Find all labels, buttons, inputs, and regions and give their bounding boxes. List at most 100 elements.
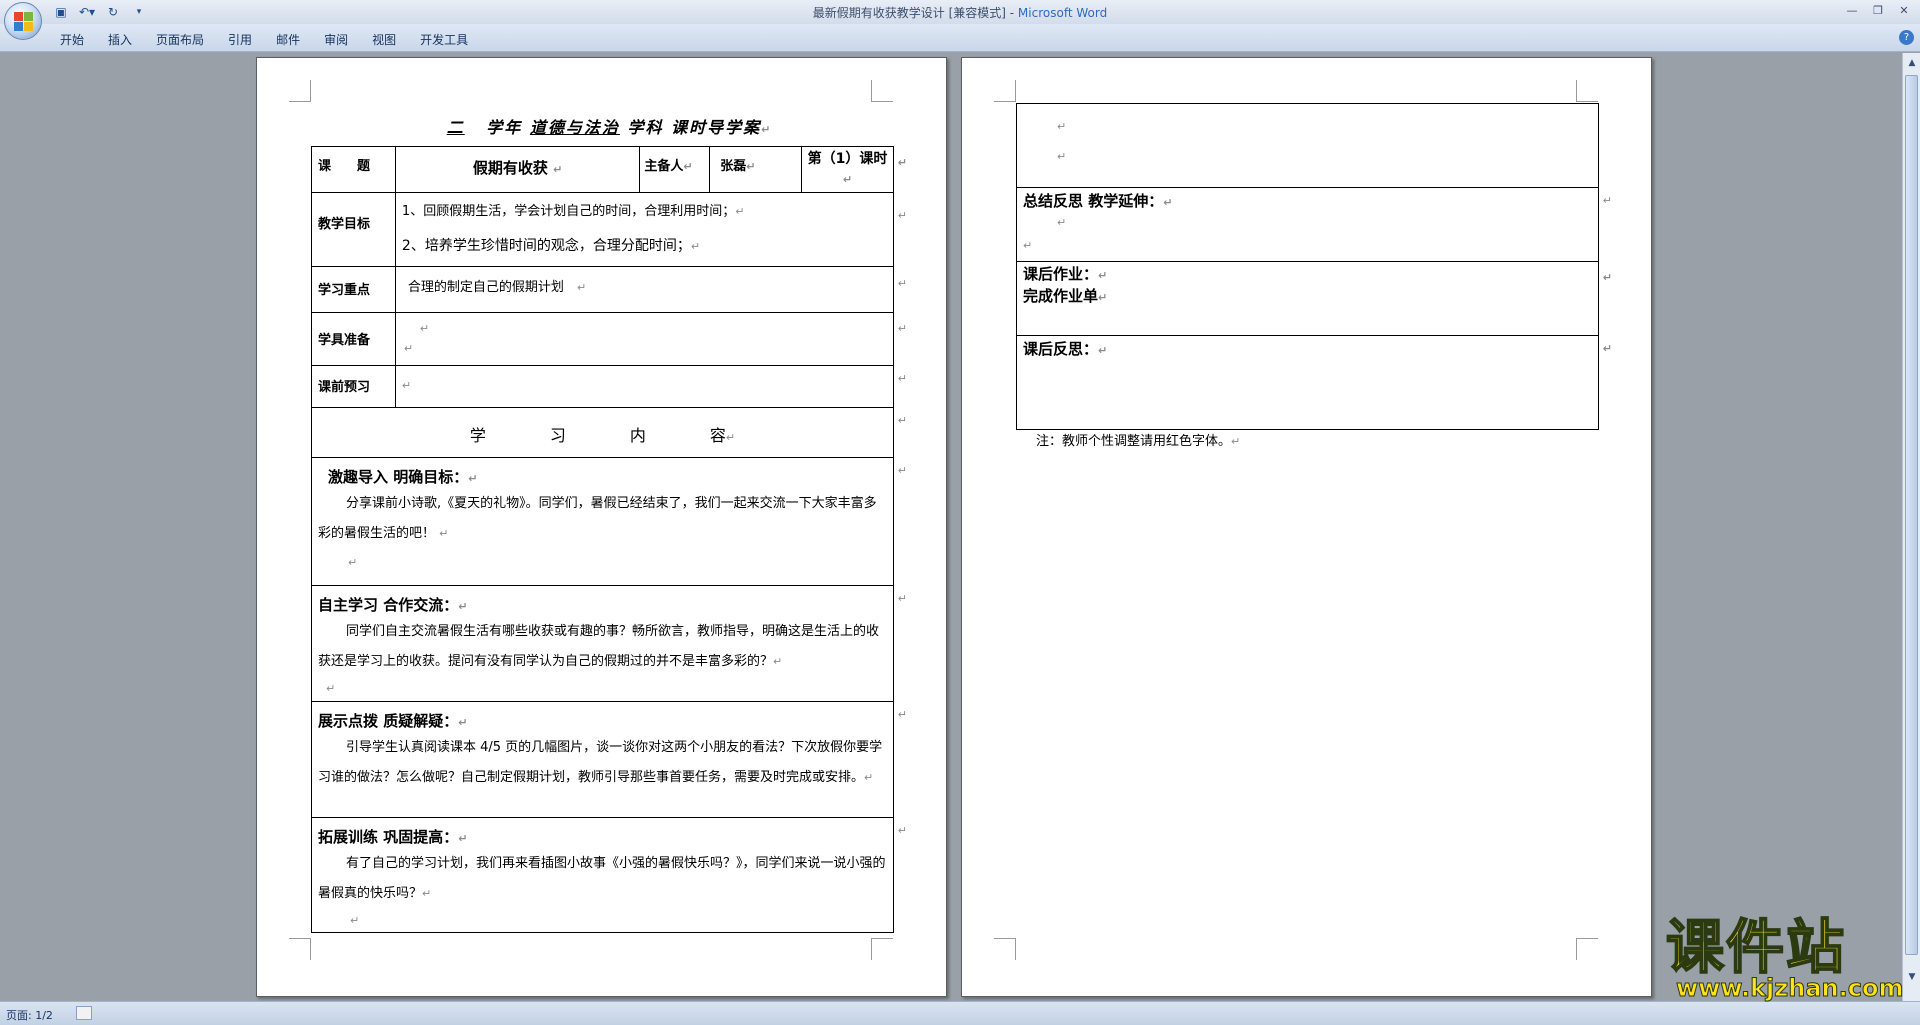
section-cell-2[interactable]: 自主学习 合作交流：↵ 同学们自主交流暑假生活有哪些收获或有趣的事？畅所欲言，教… <box>311 585 907 702</box>
row-end-mark: ↵ <box>1602 342 1612 355</box>
vertical-scrollbar[interactable]: ▲ ▼ <box>1902 53 1920 1001</box>
heading-year-blank: 二 <box>446 118 465 137</box>
topic-value: 假期有收获 <box>472 159 548 177</box>
homework-value: 完成作业单↵ <box>1023 287 1108 305</box>
heading-year-label: 学年 <box>486 118 523 137</box>
preparer-label: 主备人 <box>644 159 684 174</box>
row-end-mark: ↵ <box>897 372 907 385</box>
document-page-2[interactable]: ↵ ↵ 总结反思 教学延伸：↵ ↵ ↵ ↵ 课后作业：↵ 完成作业单↵ ↵ 课后… <box>961 57 1652 997</box>
preview-cell[interactable]: ↵ ↵ <box>394 365 907 408</box>
continued-section-cell[interactable]: ↵ ↵ <box>1016 103 1599 188</box>
crop-mark <box>289 80 311 102</box>
homework-cell[interactable]: 课后作业：↵ 完成作业单↵ ↵ <box>1016 261 1612 336</box>
lesson-plan-table: 课 题 假期有收获 ↵ 主备人↵ 张磊↵ 第（1）课时↵ ↵ 教学目标 1、回顾假… <box>311 146 907 933</box>
minimize-icon[interactable]: — <box>1840 2 1864 18</box>
section-cell-1[interactable]: 激趣导入 明确目标：↵ 分享课前小诗歌,《夏天的礼物》。同学们，暑假已经结束了，… <box>311 457 907 586</box>
goals-label-cell: 教学目标 <box>311 192 396 267</box>
page-indicator[interactable]: 页面: 1/2 <box>6 1007 53 1023</box>
preparer-value-cell[interactable]: 张磊↵ <box>709 146 803 193</box>
office-logo-icon <box>14 12 34 32</box>
content-header: 学 习 内 容 <box>469 426 726 445</box>
section-cell-3[interactable]: 展示点拨 质疑解疑：↵ 引导学生认真阅读课本 4/5 页的几幅图片，谈一谈你对这… <box>311 701 907 818</box>
tab-page-layout[interactable]: 页面布局 <box>144 28 216 51</box>
focus-label-cell: 学习重点 <box>311 266 396 313</box>
row-end-mark: ↵ <box>897 824 907 837</box>
goals-cell[interactable]: 1、回顾假期生活，学会计划自己的时间，合理利用时间；↵ 2、培养学生珍惜时间的观… <box>394 192 907 267</box>
help-icon[interactable]: ? <box>1899 30 1914 45</box>
crop-mark <box>871 938 893 960</box>
section-title: 拓展训练 巩固提高：↵ <box>318 828 468 846</box>
focus-cell[interactable]: 合理的制定自己的假期计划 ↵ ↵ <box>394 266 907 313</box>
crop-mark <box>994 80 1016 102</box>
preparer-value: 张磊 <box>720 159 747 174</box>
row-end-mark: ↵ <box>897 592 907 605</box>
office-button[interactable] <box>4 2 42 40</box>
tab-view[interactable]: 视图 <box>360 28 408 51</box>
tools-cell[interactable]: ↵ ↵ ↵ <box>394 312 907 366</box>
tab-insert[interactable]: 插入 <box>96 28 144 51</box>
app-name: Microsoft Word <box>1017 6 1108 20</box>
scroll-down-icon[interactable]: ▼ <box>1906 971 1918 983</box>
tab-references[interactable]: 引用 <box>216 28 264 51</box>
period-value: 第（1）课时 <box>807 151 888 167</box>
scrollbar-thumb[interactable] <box>1905 75 1918 955</box>
tab-review[interactable]: 审阅 <box>312 28 360 51</box>
document-name: 最新假期有收获教学设计 [兼容模式] - <box>812 6 1018 20</box>
ribbon-tabs: 开始 插入 页面布局 引用 邮件 审阅 视图 开发工具 <box>48 28 480 51</box>
tab-developer[interactable]: 开发工具 <box>408 28 480 51</box>
section-text: 同学们自主交流暑假生活有哪些收获或有趣的事？畅所欲言，教师指导，明确这是生活上的… <box>318 624 880 669</box>
row-end-mark: ↵ <box>1602 271 1612 284</box>
window-controls: — ❐ ✕ <box>1840 2 1916 18</box>
teacher-note: 注：教师个性调整请用红色字体。↵ <box>1036 434 1241 449</box>
watermark-logo: 课件站 www.kjzhan.com <box>1665 913 1906 1001</box>
focus-label: 学习重点 <box>318 283 371 298</box>
watermark-name: 课件站 <box>1665 913 1847 981</box>
section-text: 分享课前小诗歌,《夏天的礼物》。同学们，暑假已经结束了，我们一起来交流一下大家丰… <box>318 496 877 541</box>
section-text: 有了自己的学习计划，我们再来看插图小故事《小强的暑假快乐吗？》，同学们来说一说小… <box>318 856 886 901</box>
close-icon[interactable]: ✕ <box>1892 2 1916 18</box>
topic-value-cell[interactable]: 假期有收获 ↵ <box>394 146 641 193</box>
tools-label-cell: 学具准备 <box>311 312 396 366</box>
section-text: 引导学生认真阅读课本 4/5 页的几幅图片，谈一谈你对这两个小朋友的看法？下次放… <box>318 740 883 785</box>
topic-label-cell: 课 题 <box>311 146 396 193</box>
crop-mark <box>994 938 1016 960</box>
row-end-mark: ↵ <box>897 414 907 427</box>
paragraph-mark: ↵ <box>842 173 853 186</box>
restore-icon[interactable]: ❐ <box>1866 2 1890 18</box>
row-end-mark: ↵ <box>897 156 907 169</box>
ribbon: 开始 插入 页面布局 引用 邮件 审阅 视图 开发工具 ? <box>0 24 1920 52</box>
paragraph-mark: ↵ <box>683 160 693 173</box>
row-end-mark: ↵ <box>897 708 907 721</box>
tools-label: 学具准备 <box>318 333 371 348</box>
scroll-up-icon[interactable]: ▲ <box>1906 57 1918 69</box>
topic-label: 课 题 <box>318 159 371 174</box>
goal-item: 2、培养学生珍惜时间的观念，合理分配时间；↵ <box>401 238 701 254</box>
status-bar: 页面: 1/2 <box>0 1001 1920 1025</box>
row-end-mark: ↵ <box>897 209 907 222</box>
section-cell-4[interactable]: 拓展训练 巩固提高：↵ 有了自己的学习计划，我们再来看插图小故事《小强的暑假快乐… <box>311 817 907 933</box>
row-end-mark: ↵ <box>897 277 907 290</box>
preview-label-cell: 课前预习 <box>311 365 396 408</box>
period-cell[interactable]: 第（1）课时 ↵ ↵ <box>801 146 907 193</box>
lesson-plan-table-continued: ↵ ↵ 总结反思 教学延伸：↵ ↵ ↵ ↵ 课后作业：↵ 完成作业单↵ ↵ 课后… <box>1016 103 1612 430</box>
after-class-cell[interactable]: 课后反思：↵ ↵ <box>1016 335 1612 430</box>
goals-label: 教学目标 <box>318 217 371 232</box>
preview-label: 课前预习 <box>318 380 371 395</box>
section-title: 激趣导入 明确目标：↵ <box>328 468 478 486</box>
paragraph-mark: ↵ <box>553 163 563 176</box>
row-end-mark: ↵ <box>897 322 907 335</box>
proofing-icon[interactable] <box>76 1006 92 1020</box>
document-page-1[interactable]: 二 学年 道德与法治 学科 课时导学案↵ 课 题 假期有收获 ↵ 主备人↵ 张磊… <box>256 57 947 997</box>
crop-mark <box>1576 938 1598 960</box>
title-bar: ▣ ↶▾ ↻ ▾ 最新假期有收获教学设计 [兼容模式] - Microsoft … <box>0 0 1920 24</box>
row-end-mark: ↵ <box>1602 194 1612 207</box>
reflect-cell[interactable]: 总结反思 教学延伸：↵ ↵ ↵ ↵ <box>1016 187 1612 262</box>
homework-label: 课后作业：↵ <box>1023 265 1108 283</box>
crop-mark <box>1576 80 1598 102</box>
document-workspace: 二 学年 道德与法治 学科 课时导学案↵ 课 题 假期有收获 ↵ 主备人↵ 张磊… <box>0 53 1902 1001</box>
content-header-cell: 学 习 内 容↵ ↵ <box>311 407 907 458</box>
tab-home[interactable]: 开始 <box>48 28 96 51</box>
preparer-label-cell: 主备人↵ <box>639 146 711 193</box>
heading-subject: 道德与法治 <box>529 118 620 137</box>
tab-mailings[interactable]: 邮件 <box>264 28 312 51</box>
